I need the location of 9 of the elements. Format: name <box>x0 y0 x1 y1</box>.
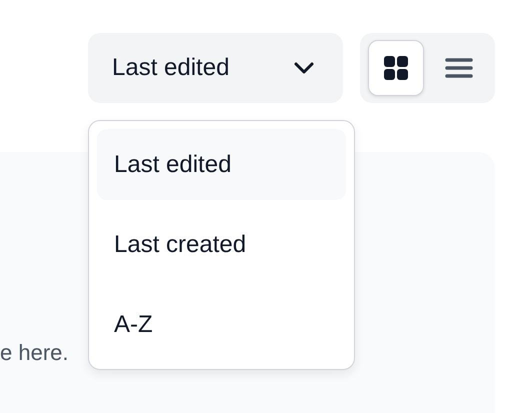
list-icon <box>445 57 474 79</box>
sort-dropdown[interactable]: Last edited <box>88 33 343 103</box>
chevron-down-icon <box>293 61 315 75</box>
grid-view-button[interactable] <box>368 40 424 96</box>
empty-message: e here. <box>0 340 68 365</box>
grid-icon <box>382 55 409 81</box>
menu-item[interactable]: Last edited <box>97 129 346 200</box>
menu-item[interactable]: Last created <box>97 209 346 280</box>
menu-item[interactable]: A-Z <box>97 289 346 360</box>
